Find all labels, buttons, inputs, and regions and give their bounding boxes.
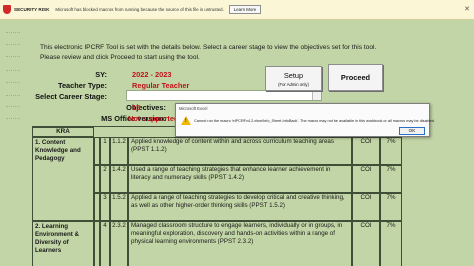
objectives-value: 15 (132, 103, 141, 112)
career-stage-label: Select Career Stage: (35, 92, 107, 101)
security-message: Microsoft has blocked macros from runnin… (55, 7, 224, 12)
career-stage-dropdown[interactable] (126, 90, 322, 101)
teacher-type-label: Teacher Type: (57, 81, 107, 90)
intro-line-2: Please review and click Proceed to start… (40, 54, 200, 61)
objective-type: COI (352, 165, 380, 193)
warning-mark: ! (185, 118, 187, 124)
security-risk-label: SECURITY RISK (14, 7, 50, 12)
objective-text: Used a range of teaching strategies that… (128, 165, 352, 193)
objective-number: 4 (100, 221, 110, 266)
objective-number: 3 (100, 193, 110, 221)
dialog-title: Microsoft Excel (179, 106, 208, 111)
objective-weight: 7% (380, 193, 402, 221)
objective-code: 1.4.2 (110, 165, 128, 193)
objectives-table: KRA 1. Content Knowledge and Pedagogy 1 … (32, 126, 402, 266)
shield-icon (3, 5, 11, 14)
kra-cell-1: 1. Content Knowledge and Pedagogy (32, 137, 94, 221)
objective-weight: 7% (380, 165, 402, 193)
objective-code: 1.1.2 (110, 137, 128, 165)
objective-number: 1 (100, 137, 110, 165)
chevron-down-icon[interactable] (312, 91, 321, 100)
dialog-message: Cannot run the macro 'eIPCRFv4.2.xlsm!In… (194, 119, 435, 123)
setup-button-label: Setup (283, 71, 304, 80)
kra-cell-2: 2. Learning Environment & Diversity of L… (32, 221, 94, 266)
sy-label: SY: (95, 70, 107, 79)
sy-value: 2022 - 2023 (132, 70, 172, 79)
objective-text: Applied a range of teaching strategies t… (128, 193, 352, 221)
proceed-button[interactable]: Proceed (328, 64, 383, 91)
setup-button-sublabel: (For Admin only) (278, 82, 309, 87)
objective-weight: 7% (380, 137, 402, 165)
objective-code: 1.5.2 (110, 193, 128, 221)
objective-text: Managed classroom structure to engage le… (128, 221, 352, 266)
ok-button[interactable]: OK (399, 127, 425, 135)
macro-error-dialog: Microsoft Excel ! Cannot run the macro '… (175, 103, 435, 137)
security-warning-bar: SECURITY RISK Microsoft has blocked macr… (0, 0, 474, 20)
objective-weight: 7% (380, 221, 402, 266)
objective-number: 2 (100, 165, 110, 193)
excel-window: SECURITY RISK Microsoft has blocked macr… (0, 0, 474, 266)
setup-button[interactable]: Setup (For Admin only) (265, 66, 322, 91)
intro-line-1: This electronic IPCRF Tool is set with t… (40, 44, 377, 51)
objective-type: COI (352, 221, 380, 266)
kra-header: KRA (32, 127, 94, 137)
learn-more-button[interactable]: Learn More (228, 5, 262, 14)
objective-code: 2.3.2 (110, 221, 128, 266)
close-icon[interactable]: ✕ (464, 5, 470, 13)
teacher-type-value: Regular Teacher (132, 81, 190, 90)
objective-type: COI (352, 137, 380, 165)
objective-text: Applied knowledge of content within and … (128, 137, 352, 165)
objective-type: COI (352, 193, 380, 221)
